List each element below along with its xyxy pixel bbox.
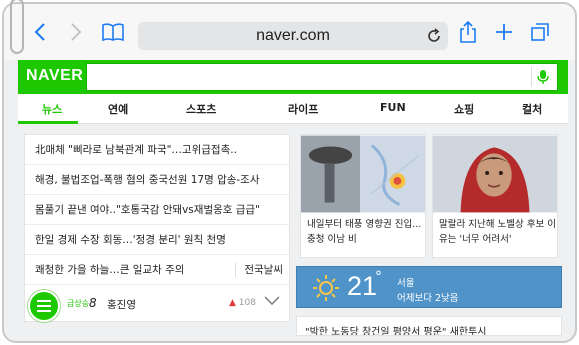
rising-badge: 급상승 xyxy=(67,299,90,308)
photo-news-card[interactable]: 내일부터 태풍 영향권 진입... 충청 이남 비 xyxy=(300,134,426,258)
tab-culture[interactable]: 컬처 xyxy=(522,101,542,117)
tab-fun[interactable]: FUN xyxy=(380,101,406,114)
degree-symbol: ° xyxy=(375,269,382,285)
rank-change-value: 108 xyxy=(238,298,256,308)
realtime-ranking-row[interactable]: 급상승 8 홍진영 ▲ 108 xyxy=(25,287,289,321)
tabs-icon[interactable] xyxy=(528,20,552,44)
bottom-news-item[interactable]: "박한 노동당 창건일 평양서 평운" 새한투시 xyxy=(296,316,562,336)
news-item[interactable]: 해경, 불법조업-폭행 혐의 중국선원 17명 압송-조사 xyxy=(25,165,289,195)
malala-news-photo xyxy=(433,135,557,213)
back-icon[interactable] xyxy=(28,20,52,44)
up-arrow-icon: ▲ xyxy=(229,298,236,308)
temperature: 21 xyxy=(347,271,378,301)
naver-logo[interactable]: NAVER xyxy=(26,67,83,85)
tab-life[interactable]: 라이프 xyxy=(288,101,318,117)
active-tab-indicator xyxy=(18,121,78,124)
menu-line xyxy=(37,310,51,312)
news-item[interactable]: 한일 경제 수장 회동…'정경 분리' 원칙 천명 xyxy=(25,225,289,255)
news-item[interactable]: 北매체 "삐라로 남북관계 파국"…고위급접촉.. xyxy=(25,135,289,165)
national-weather-link[interactable]: 전국날씨 xyxy=(235,263,283,277)
rank-change: ▲ 108 xyxy=(229,298,256,308)
frame-clip xyxy=(10,0,24,54)
caption-line: 내일부터 태풍 영향권 진입... xyxy=(307,219,422,230)
bottom-news-text: "박한 노동당 창건일 평양서 평운" 새한투시 xyxy=(305,327,487,336)
partly-sunny-icon xyxy=(313,275,339,301)
category-tabs: 뉴스 연예 스포츠 라이프 FUN 쇼핑 컬처 xyxy=(18,94,568,124)
share-icon[interactable] xyxy=(456,20,480,44)
menu-line xyxy=(37,300,51,302)
address-bar[interactable]: naver.com xyxy=(138,22,448,50)
news-item-text: 쾌청한 가을 하늘…큰 일교차 주의 xyxy=(35,264,185,276)
tab-entertainment[interactable]: 연예 xyxy=(108,101,128,117)
caption-line: 말랄라 지난해 노벨상 후보 이 xyxy=(439,219,556,230)
device-frame: naver.com NAVER 뉴스 연예 스포츠 라이프 FUN 쇼핑 컬처 … xyxy=(2,2,577,343)
tab-shopping[interactable]: 쇼핑 xyxy=(454,101,474,117)
photo-news-caption: 말랄라 지난해 노벨상 후보 이 유는 '너무 어려서' xyxy=(439,217,556,247)
news-item[interactable]: 쾌청한 가을 하늘…큰 일교차 주의 전국날씨 xyxy=(25,255,289,285)
tab-sports[interactable]: 스포츠 xyxy=(186,101,216,117)
rank-number: 8 xyxy=(89,296,97,310)
naver-search-bar: NAVER xyxy=(18,60,568,94)
new-tab-icon[interactable] xyxy=(492,20,516,44)
browser-toolbar: naver.com xyxy=(4,4,575,60)
search-input[interactable] xyxy=(86,63,558,91)
caption-line: 충청 이남 비 xyxy=(307,234,357,245)
reload-icon[interactable] xyxy=(426,28,442,44)
url-text: naver.com xyxy=(256,27,330,44)
forward-icon[interactable] xyxy=(64,20,88,44)
caption-line: 유는 '너무 어려서' xyxy=(439,234,512,245)
menu-button[interactable] xyxy=(28,290,60,322)
news-item[interactable]: 몸풀기 끝낸 여야.."호통국감 안돼vs재벌옹호 급급" xyxy=(25,195,289,225)
typhoon-news-photo xyxy=(301,135,425,213)
weather-widget[interactable]: 21 ° 서울 어제보다 2낮음 xyxy=(296,266,562,308)
photo-news-caption: 내일부터 태풍 영향권 진입... 충청 이남 비 xyxy=(307,217,421,247)
weather-city: 서울 xyxy=(397,278,415,289)
headline-news-panel: 北매체 "삐라로 남북관계 파국"…고위급접촉.. 해경, 불법조업-폭행 혐의… xyxy=(24,134,290,322)
bookmarks-icon[interactable] xyxy=(100,20,126,44)
tab-news[interactable]: 뉴스 xyxy=(42,101,62,117)
photo-news-card[interactable]: 말랄라 지난해 노벨상 후보 이 유는 '너무 어려서' xyxy=(432,134,558,258)
weather-compare: 어제보다 2낮음 xyxy=(397,293,459,304)
chevron-down-icon[interactable] xyxy=(263,295,281,309)
microphone-icon[interactable] xyxy=(531,67,553,87)
menu-line xyxy=(37,305,51,307)
rank-keyword: 홍진영 xyxy=(107,299,136,311)
